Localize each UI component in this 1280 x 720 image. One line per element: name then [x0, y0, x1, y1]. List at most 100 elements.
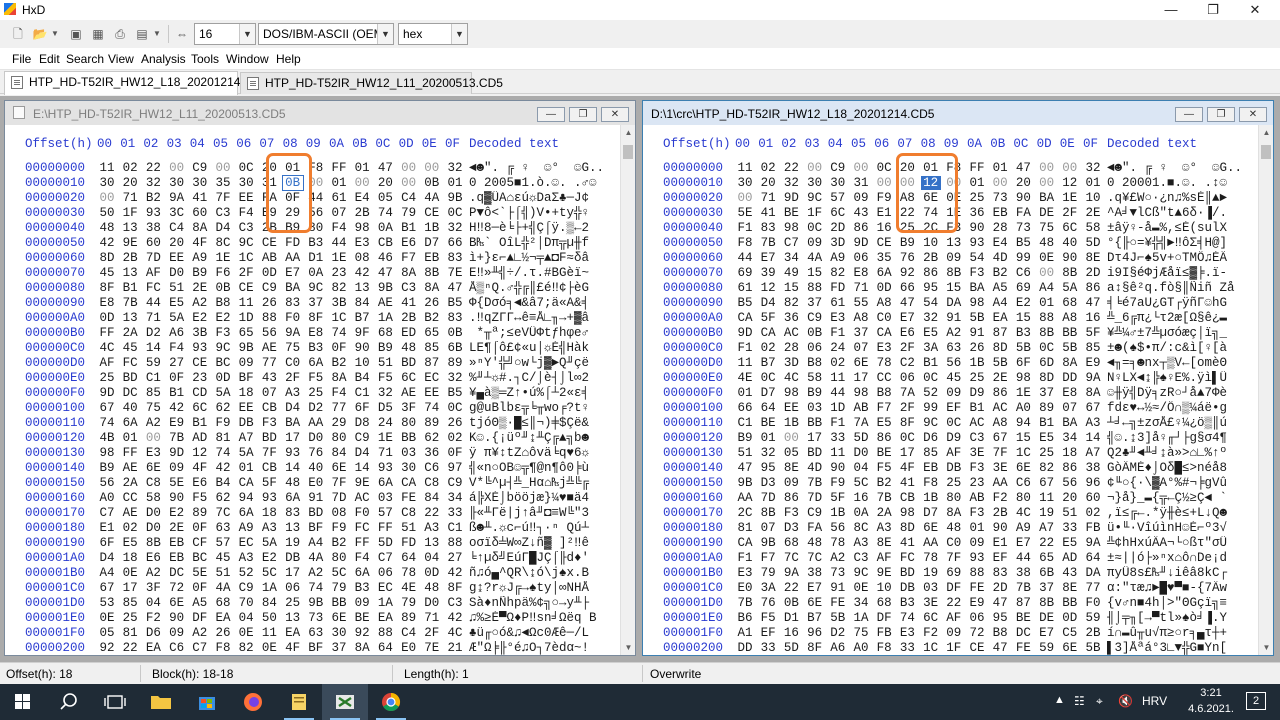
hex-byte[interactable]: DD [1060, 371, 1080, 385]
hex-byte[interactable]: 38 [1013, 566, 1033, 580]
hex-byte[interactable]: 9A [1083, 536, 1103, 550]
hex-byte[interactable]: 77 [1083, 581, 1103, 595]
hex-byte[interactable]: CE [190, 356, 210, 370]
open-file-icon[interactable]: 📂 [32, 26, 48, 42]
hex-byte[interactable]: F5 [758, 611, 778, 625]
hex-row[interactable]: 000000E0 25 BD C1 0F 23 0D BF 43 2F F5 8A B4 F5 6C EC 32… [25, 371, 617, 386]
hex-byte[interactable]: 67 [1037, 476, 1057, 490]
hex-row[interactable]: 00000000 11 02 22 00 C9 00 0C 20 01 F8 FF 01 47 00 00 32… [663, 161, 1255, 176]
hex-byte[interactable]: 0B [805, 326, 825, 340]
hex-byte[interactable]: DD [735, 641, 755, 655]
hex-byte[interactable]: 23 [190, 371, 210, 385]
hex-byte[interactable]: 83 [990, 566, 1010, 580]
menu-window[interactable]: Window [226, 52, 269, 66]
hex-byte[interactable]: B9 [735, 431, 755, 445]
hex-byte[interactable]: 8F [445, 581, 465, 595]
hex-byte[interactable]: 08 [329, 506, 349, 520]
hex-byte[interactable]: 93 [143, 206, 163, 220]
hex-byte[interactable]: 79 [758, 566, 778, 580]
hex-byte[interactable]: 03 [921, 581, 941, 595]
hex-byte[interactable]: 8B [1060, 266, 1080, 280]
hex-byte[interactable]: 13 [120, 221, 140, 235]
hex-byte[interactable]: 32 [921, 311, 941, 325]
decoded-text[interactable]: ¥╩¼♂±7╩µσóæç│ï╗_ [1107, 326, 1239, 340]
hex-byte[interactable]: 0C [874, 161, 894, 175]
maximize-window-button[interactable]: ❐ [1192, 0, 1234, 20]
hex-byte[interactable]: FB [1083, 521, 1103, 535]
hex-byte[interactable]: 1A [375, 311, 395, 325]
hex-byte[interactable]: 63 [213, 521, 233, 535]
hex-byte[interactable]: 51 [375, 356, 395, 370]
hex-byte[interactable]: 01 [990, 161, 1010, 175]
hex-byte[interactable]: D0 [306, 431, 326, 445]
hex-byte[interactable]: 12 [758, 281, 778, 295]
decoded-text[interactable]: P▼ô<`├⌠╣)V•+ty╬♀ [469, 206, 601, 220]
hex-byte[interactable]: 01 [120, 431, 140, 445]
hex-byte[interactable]: BC [213, 356, 233, 370]
decoded-text[interactable]: ñ♫ó▄^QR\↨ó\j♠x.B [469, 566, 601, 580]
hex-byte[interactable]: F5 [306, 371, 326, 385]
hex-byte[interactable]: 6A [236, 506, 256, 520]
hex-byte[interactable]: 10 [1083, 191, 1103, 205]
hex-byte[interactable]: B5 [445, 386, 465, 400]
hex-byte[interactable]: C4 [399, 191, 419, 205]
hex-byte[interactable]: CA [735, 311, 755, 325]
hex-row[interactable]: 00000060 8D 2B 7D EE A9 1E 1C AB AA D1 1E 08 46 F7 EB 83… [25, 251, 617, 266]
new-file-icon[interactable]: 🗋 [10, 26, 26, 42]
hex-byte[interactable]: 89 [445, 356, 465, 370]
hex-byte[interactable]: 93 [190, 341, 210, 355]
hex-byte[interactable]: 78 [921, 551, 941, 565]
hex-row[interactable]: 00000050 F8 7B C7 09 3D 9D CE B9 10 13 93 E4 B5 48 40 5D… [663, 236, 1255, 251]
hex-byte[interactable]: 25 [1037, 446, 1057, 460]
hex-byte[interactable]: F8 [874, 641, 894, 655]
hex-row[interactable]: 000000A0 CA 5F 36 C9 E3 A8 C0 E7 32 91 5B EA 15 88 A8 16… [663, 311, 1255, 326]
hex-byte[interactable]: 5D [375, 536, 395, 550]
location-icon[interactable]: ⌖ [1096, 694, 1103, 709]
hex-byte[interactable]: 42 [213, 461, 233, 475]
hex-byte[interactable]: C3 [399, 281, 419, 295]
hex-byte[interactable]: 2E [1083, 206, 1103, 220]
hex-byte[interactable]: 25 [967, 371, 987, 385]
hex-byte[interactable]: 25 [944, 476, 964, 490]
hex-row[interactable]: 000001F0 05 81 D6 09 A2 26 0E 11 EA 63 30 92 88 C4 2F 4C… [25, 626, 617, 641]
hex-byte[interactable]: 61 [329, 191, 349, 205]
hex-byte[interactable]: 32 [445, 371, 465, 385]
hex-byte[interactable]: 6A [306, 356, 326, 370]
hex-byte[interactable]: 24 [375, 416, 395, 430]
hex-row[interactable]: 000001E0 B6 F5 D1 B7 5B 1A DF 74 6C AF 06 95 BE DE 0D 59… [663, 611, 1255, 626]
hex-byte[interactable]: 57 [213, 536, 233, 550]
hex-byte[interactable]: 80 [399, 416, 419, 430]
hex-byte[interactable]: 85 [143, 386, 163, 400]
hex-byte[interactable]: 4F [190, 461, 210, 475]
hex-row[interactable]: 00000110 C1 BE 1B BB F1 7A E5 8F 9C 0C AC A8 94 B1 BA A3… [663, 416, 1255, 431]
hex-byte[interactable]: CA [874, 326, 894, 340]
hex-byte[interactable]: 14 [1083, 431, 1103, 445]
hex-byte[interactable]: 07 [259, 386, 279, 400]
decoded-text[interactable]: πyÜ8s£₧╜↓iêâ8kC┌ [1107, 566, 1239, 580]
hex-byte[interactable]: 47 [897, 296, 917, 310]
hex-byte[interactable]: 13 [422, 536, 442, 550]
hex-byte[interactable]: 48 [399, 341, 419, 355]
hex-byte[interactable]: CB [375, 236, 395, 250]
hex-byte[interactable]: E3 [874, 341, 894, 355]
hex-byte[interactable]: 18 [1060, 446, 1080, 460]
hex-byte[interactable]: 73 [1013, 221, 1033, 235]
hex-byte[interactable]: 79 [399, 206, 419, 220]
hex-byte[interactable]: 5C [259, 566, 279, 580]
hex-byte[interactable]: F3 [781, 506, 801, 520]
hex-byte[interactable]: 5A [236, 446, 256, 460]
hex-byte[interactable]: 2E [190, 281, 210, 295]
hex-byte[interactable]: BB [1060, 596, 1080, 610]
hex-byte[interactable]: 98 [967, 296, 987, 310]
hex-byte[interactable]: C7 [781, 236, 801, 250]
hex-byte[interactable]: 7F [944, 551, 964, 565]
hex-byte[interactable]: 9B [445, 191, 465, 205]
decoded-text[interactable]: ,ï≤╔←.*ÿ╫è≤+L↓Q☻ [1107, 506, 1239, 520]
hex-byte[interactable]: 48 [805, 536, 825, 550]
hex-byte[interactable]: FF [967, 161, 987, 175]
hex-byte[interactable]: 40 [1060, 236, 1080, 250]
hex-byte[interactable]: 8D [97, 251, 117, 265]
hex-row[interactable]: 00000000 11 02 22 00 C9 00 0C 20 01 F8 FF 01 47 00 00 32… [25, 161, 617, 176]
decoded-text[interactable]: ╟«╨Γë|j↑â╜◘≡W╚"3 [469, 506, 601, 520]
hex-byte[interactable]: 12 [190, 446, 210, 460]
